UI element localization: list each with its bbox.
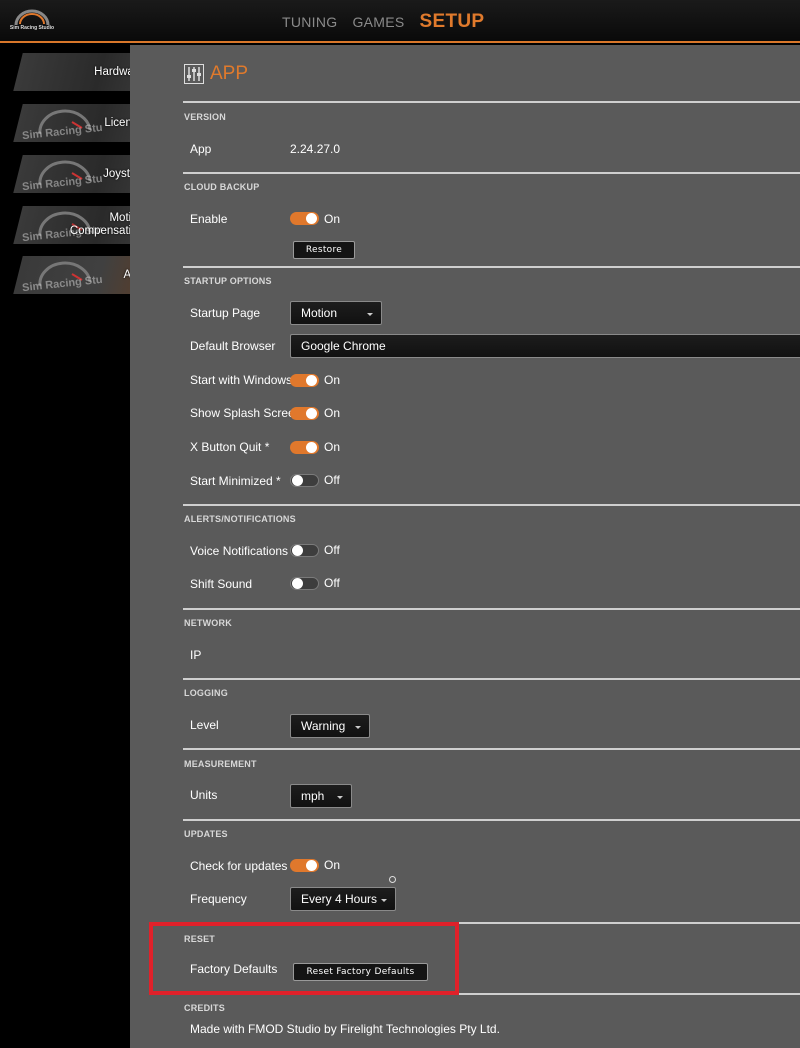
startup-page-label: Startup Page	[190, 306, 261, 320]
shift-sound-toggle[interactable]	[290, 577, 319, 590]
toggle-knob	[292, 578, 303, 589]
start-minimized-state: Off	[324, 473, 340, 487]
toggle-knob	[306, 860, 317, 871]
log-level-label: Level	[190, 718, 219, 732]
startup-page-select[interactable]: Motion	[290, 301, 382, 325]
chevron-down-icon	[367, 313, 373, 316]
default-browser-select[interactable]: Google Chrome	[290, 334, 800, 358]
nav-tuning[interactable]: TUNING	[282, 14, 337, 30]
voice-notifications-label: Voice Notifications	[190, 544, 289, 558]
check-updates-state: On	[324, 858, 341, 872]
start-with-windows-label: Start with Windows	[190, 373, 293, 387]
start-with-windows-toggle[interactable]	[290, 374, 319, 387]
frequency-label: Frequency	[190, 892, 247, 906]
section-title-startup: STARTUP OPTIONS	[184, 276, 272, 286]
cloud-enable-toggle[interactable]	[290, 212, 319, 225]
chevron-down-icon	[337, 796, 343, 799]
shift-sound-label: Shift Sound	[190, 577, 253, 591]
toggle-knob	[306, 213, 317, 224]
section-title-network: NETWORK	[184, 618, 232, 628]
settings-panel: APP VERSION App 2.24.27.0 CLOUD BACKUP E…	[130, 45, 800, 1048]
units-value: mph	[301, 789, 325, 803]
toggle-knob	[306, 442, 317, 453]
restore-button[interactable]: Restore	[293, 241, 355, 259]
startup-page-value: Motion	[301, 306, 338, 320]
start-minimized-label: Start Minimized *	[190, 474, 281, 488]
units-label: Units	[190, 788, 218, 802]
page-header: APP	[184, 63, 248, 85]
section-title-updates: UPDATES	[184, 829, 228, 839]
logo-arc-icon	[14, 9, 50, 26]
sidebar-watermark: Sim Racing Stu	[20, 104, 110, 142]
section-divider	[183, 504, 800, 506]
shift-sound-state: Off	[324, 576, 340, 590]
toggle-knob	[292, 545, 303, 556]
app-version-label: App	[190, 142, 212, 156]
nav-games[interactable]: GAMES	[352, 14, 404, 30]
app-logo[interactable]: Sim Racing Studio	[6, 7, 58, 35]
sidebar: Hardware Sim Racing Stu License Sim Raci…	[0, 45, 161, 1048]
voice-notifications-toggle[interactable]	[290, 544, 319, 557]
voice-notifications-state: Off	[324, 543, 340, 557]
default-browser-value: Google Chrome	[301, 339, 386, 353]
x-button-quit-toggle[interactable]	[290, 441, 319, 454]
splash-screen-state: On	[324, 406, 341, 420]
toggle-knob	[292, 475, 303, 486]
cloud-enable-state: On	[324, 212, 341, 226]
start-minimized-toggle[interactable]	[290, 474, 319, 487]
x-button-quit-state: On	[324, 440, 341, 454]
section-title-alerts: ALERTS/NOTIFICATIONS	[184, 514, 296, 524]
frequency-value: Every 4 Hours	[301, 892, 378, 906]
sliders-icon	[184, 64, 204, 84]
section-divider	[183, 101, 800, 103]
frequency-select[interactable]: Every 4 Hours	[290, 887, 396, 911]
logo-text: Sim Racing Studio	[9, 25, 55, 31]
x-button-quit-label: X Button Quit *	[190, 440, 270, 454]
main-nav: TUNING GAMES SETUP	[282, 11, 499, 33]
app-version-value: 2.24.27.0	[290, 142, 341, 156]
credits-text: Made with FMOD Studio by Firelight Techn…	[190, 1022, 500, 1036]
check-updates-toggle[interactable]	[290, 859, 319, 872]
section-divider	[183, 266, 800, 268]
section-divider	[183, 748, 800, 750]
chevron-down-icon	[381, 899, 387, 902]
highlight-annotation	[149, 922, 459, 995]
default-browser-label: Default Browser	[190, 339, 276, 353]
log-level-value: Warning	[301, 719, 346, 733]
section-title-credits: CREDITS	[184, 1003, 225, 1013]
start-with-windows-state: On	[324, 373, 341, 387]
section-divider	[183, 819, 800, 821]
chevron-down-icon	[355, 726, 361, 729]
section-divider	[183, 608, 800, 610]
ip-label: IP	[190, 648, 202, 662]
sidebar-watermark: Sim Racing Stu	[20, 155, 110, 193]
sidebar-watermark: Sim Racing Stu	[20, 256, 110, 294]
page-title: APP	[210, 63, 249, 84]
splash-screen-label: Show Splash Screen	[190, 406, 302, 420]
toggle-knob	[306, 375, 317, 386]
section-title-cloud-backup: CLOUD BACKUP	[184, 182, 260, 192]
section-title-logging: LOGGING	[184, 688, 228, 698]
small-circle-icon	[389, 876, 396, 883]
section-title-version: VERSION	[184, 112, 226, 122]
section-title-measurement: MEASUREMENT	[184, 759, 257, 769]
units-select[interactable]: mph	[290, 784, 352, 808]
splash-screen-toggle[interactable]	[290, 407, 319, 420]
toggle-knob	[306, 408, 317, 419]
section-divider	[183, 678, 800, 680]
log-level-select[interactable]: Warning	[290, 714, 370, 738]
section-divider	[183, 172, 800, 174]
cloud-enable-label: Enable	[190, 212, 228, 226]
check-updates-label: Check for updates	[190, 859, 288, 873]
nav-setup[interactable]: SETUP	[420, 11, 485, 33]
top-bar: Sim Racing Studio TUNING GAMES SETUP	[0, 0, 800, 43]
